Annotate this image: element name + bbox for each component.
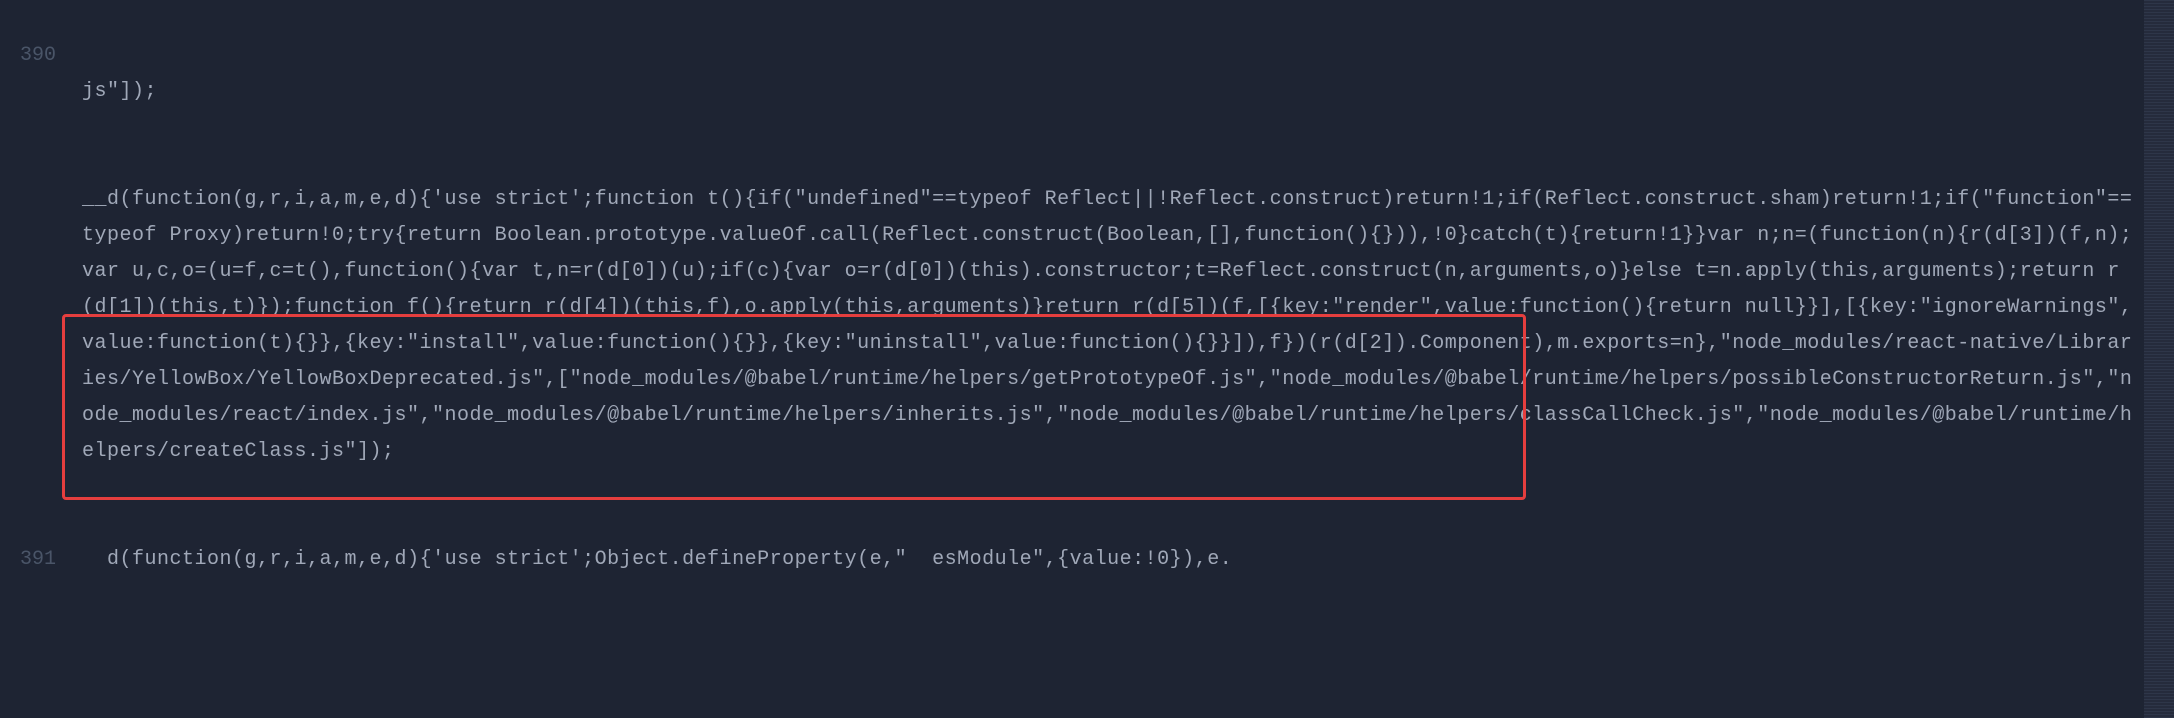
line-number-blank [0,2,56,38]
code-line: __d(function(g,r,i,a,m,e,d){'use strict'… [82,182,2144,470]
line-number-gutter: 390 391 [0,0,70,718]
code-line: d(function(g,r,i,a,m,e,d){'use strict';O… [82,542,2144,578]
line-number: 391 [0,542,56,578]
code-editor[interactable]: 390 391 js"]); __d(function(g,r,i,a,m,e,… [0,0,2174,718]
code-content[interactable]: js"]); __d(function(g,r,i,a,m,e,d){'use … [70,0,2144,718]
line-number: 390 [0,38,56,74]
minimap[interactable] [2144,0,2174,718]
code-line-partial: js"]); [82,74,2144,110]
